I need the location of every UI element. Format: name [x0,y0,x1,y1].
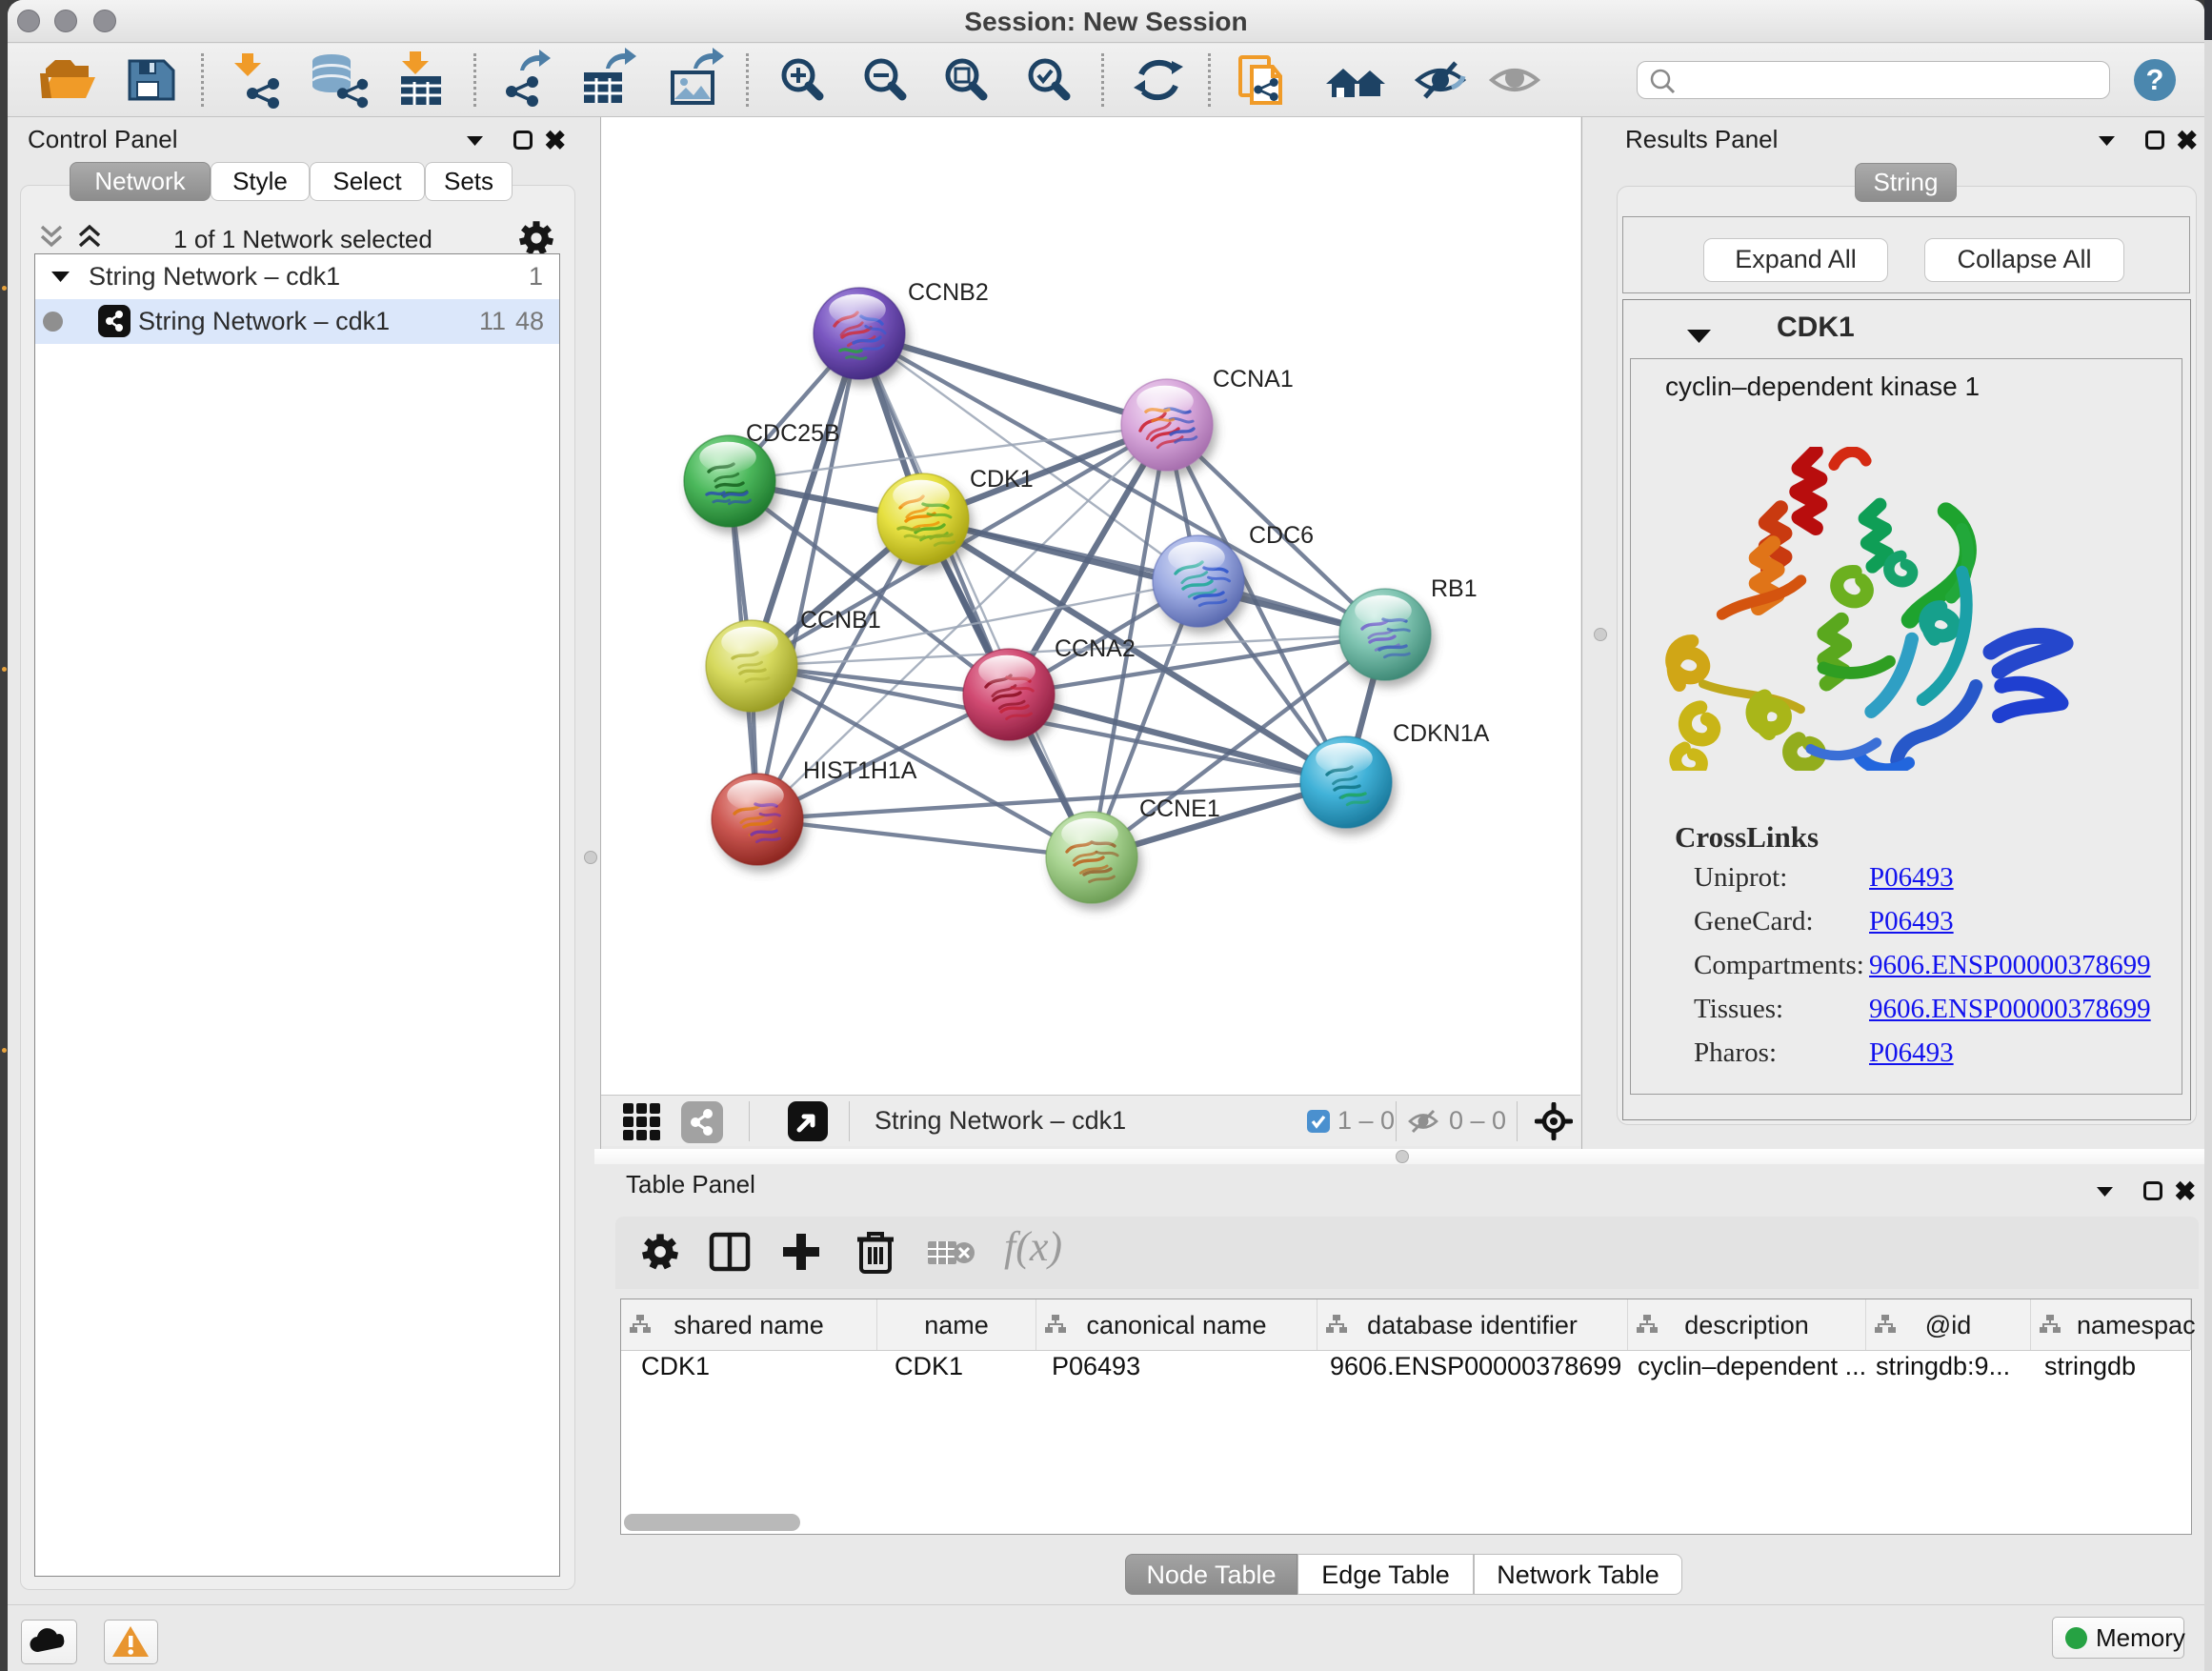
svg-text:CDK1: CDK1 [970,466,1034,493]
svg-text:RB1: RB1 [1431,575,1478,602]
svg-text:CCNB1: CCNB1 [800,607,881,634]
svg-text:CCNB2: CCNB2 [908,279,989,306]
svg-text:CCNA2: CCNA2 [1055,635,1136,662]
svg-text:CCNA1: CCNA1 [1213,366,1294,393]
svg-text:CCNE1: CCNE1 [1139,795,1220,822]
svg-text:CDC6: CDC6 [1249,522,1314,549]
svg-text:HIST1H1A: HIST1H1A [803,757,917,784]
svg-text:CDC25B: CDC25B [746,420,840,447]
svg-text:CDKN1A: CDKN1A [1393,720,1490,747]
